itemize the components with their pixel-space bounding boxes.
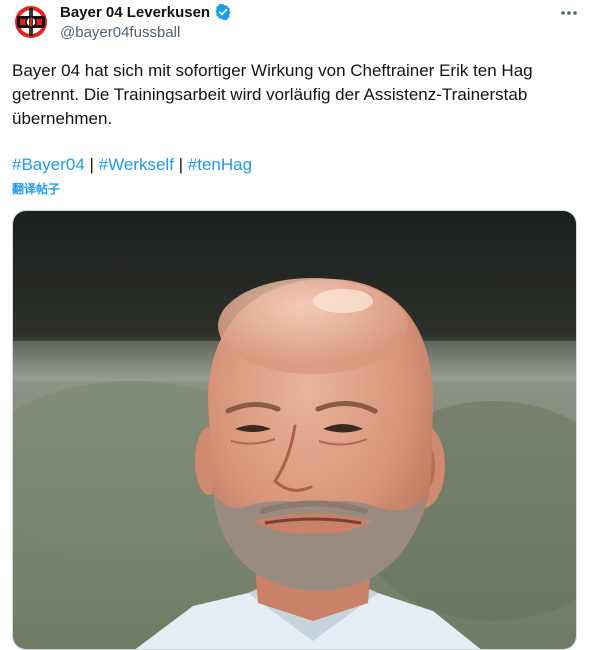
hashtag-tenhag[interactable]: #tenHag	[188, 155, 252, 174]
hashtag-bayer04[interactable]: #Bayer04	[12, 155, 85, 174]
tweet: Bayer 04 Leverkusen @bayer04fussball Bay…	[0, 0, 595, 650]
verified-badge-icon	[215, 3, 231, 21]
more-horizontal-icon[interactable]	[558, 4, 580, 22]
display-name[interactable]: Bayer 04 Leverkusen	[60, 4, 210, 21]
hashtag-row: #Bayer04 | #Werkself | #tenHag	[12, 153, 252, 177]
hashtag-werkself[interactable]: #Werkself	[99, 155, 174, 174]
tweet-text: Bayer 04 hat sich mit sofortiger Wirkung…	[12, 61, 533, 128]
tweet-photo[interactable]	[12, 210, 577, 650]
author-name-row: Bayer 04 Leverkusen	[60, 3, 232, 21]
coach-portrait-image	[13, 211, 576, 649]
author-handle[interactable]: @bayer04fussball	[60, 24, 180, 41]
hashtag-separator: |	[173, 155, 188, 174]
bayer-logo-icon	[12, 3, 50, 41]
club-logo-avatar[interactable]	[12, 3, 50, 41]
hashtag-separator: |	[84, 155, 99, 174]
translate-post-link[interactable]: 翻译帖子	[12, 180, 60, 197]
